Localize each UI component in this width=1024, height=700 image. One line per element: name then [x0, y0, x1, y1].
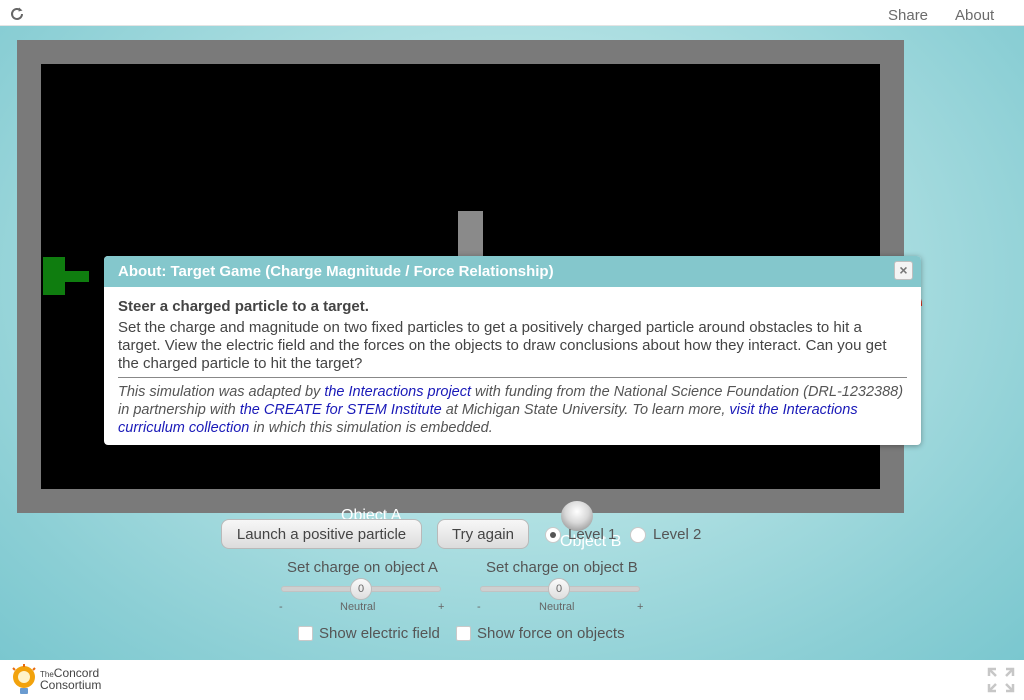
level-1-radio[interactable] — [545, 527, 561, 543]
slider-a-neutral-label: Neutral — [340, 601, 376, 613]
dialog-header: About: Target Game (Charge Magnitude / F… — [104, 256, 921, 287]
dialog-description: Set the charge and magnitude on two fixe… — [118, 319, 887, 372]
slider-b-neutral-label: Neutral — [539, 601, 575, 613]
show-electric-field-label[interactable]: Show electric field — [319, 625, 440, 642]
slider-b-title: Set charge on object B — [486, 559, 638, 576]
fullscreen-icon[interactable] — [986, 666, 1016, 694]
level-2-radio[interactable] — [630, 527, 646, 543]
show-electric-field-checkbox[interactable] — [298, 626, 313, 641]
concord-lightbulb-icon[interactable] — [10, 664, 38, 696]
show-force-checkbox[interactable] — [456, 626, 471, 641]
dialog-credits: This simulation was adapted by the Inter… — [118, 384, 904, 436]
level-1-label[interactable]: Level 1 — [568, 526, 616, 543]
dialog-divider — [118, 377, 907, 378]
dialog-body: Steer a charged particle to a target. Se… — [104, 287, 921, 437]
share-link[interactable]: Share — [888, 7, 928, 24]
slider-b-max-label: + — [637, 601, 644, 613]
particle-launcher — [43, 257, 65, 295]
logo-text-consortium[interactable]: Consortium — [40, 678, 101, 692]
about-link[interactable]: About — [955, 7, 994, 24]
try-again-button[interactable]: Try again — [437, 519, 529, 549]
dialog-title: About: Target Game (Charge Magnitude / F… — [118, 263, 554, 280]
create-stem-link[interactable]: the CREATE for STEM Institute — [240, 402, 442, 418]
show-force-label[interactable]: Show force on objects — [477, 625, 625, 642]
launch-button[interactable]: Launch a positive particle — [221, 519, 422, 549]
slider-a-title: Set charge on object A — [287, 559, 438, 576]
obstacle — [458, 211, 483, 261]
slider-a-min-label: - — [279, 601, 283, 613]
footer: TheConcord Consortium — [0, 660, 1024, 700]
launcher-barrel — [63, 271, 89, 282]
slider-a-max-label: + — [438, 601, 445, 613]
dialog-heading: Steer a charged particle to a target. — [118, 298, 369, 315]
about-dialog: About: Target Game (Charge Magnitude / F… — [104, 256, 921, 445]
charge-b-slider-handle[interactable]: 0 — [548, 578, 570, 600]
slider-b-min-label: - — [477, 601, 481, 613]
interactions-project-link[interactable]: the Interactions project — [324, 384, 471, 400]
charge-a-slider-handle[interactable]: 0 — [350, 578, 372, 600]
close-dialog-button[interactable]: × — [894, 261, 913, 280]
top-bar: Share About — [0, 0, 1024, 26]
reload-icon[interactable] — [9, 6, 25, 22]
level-2-label[interactable]: Level 2 — [653, 526, 701, 543]
